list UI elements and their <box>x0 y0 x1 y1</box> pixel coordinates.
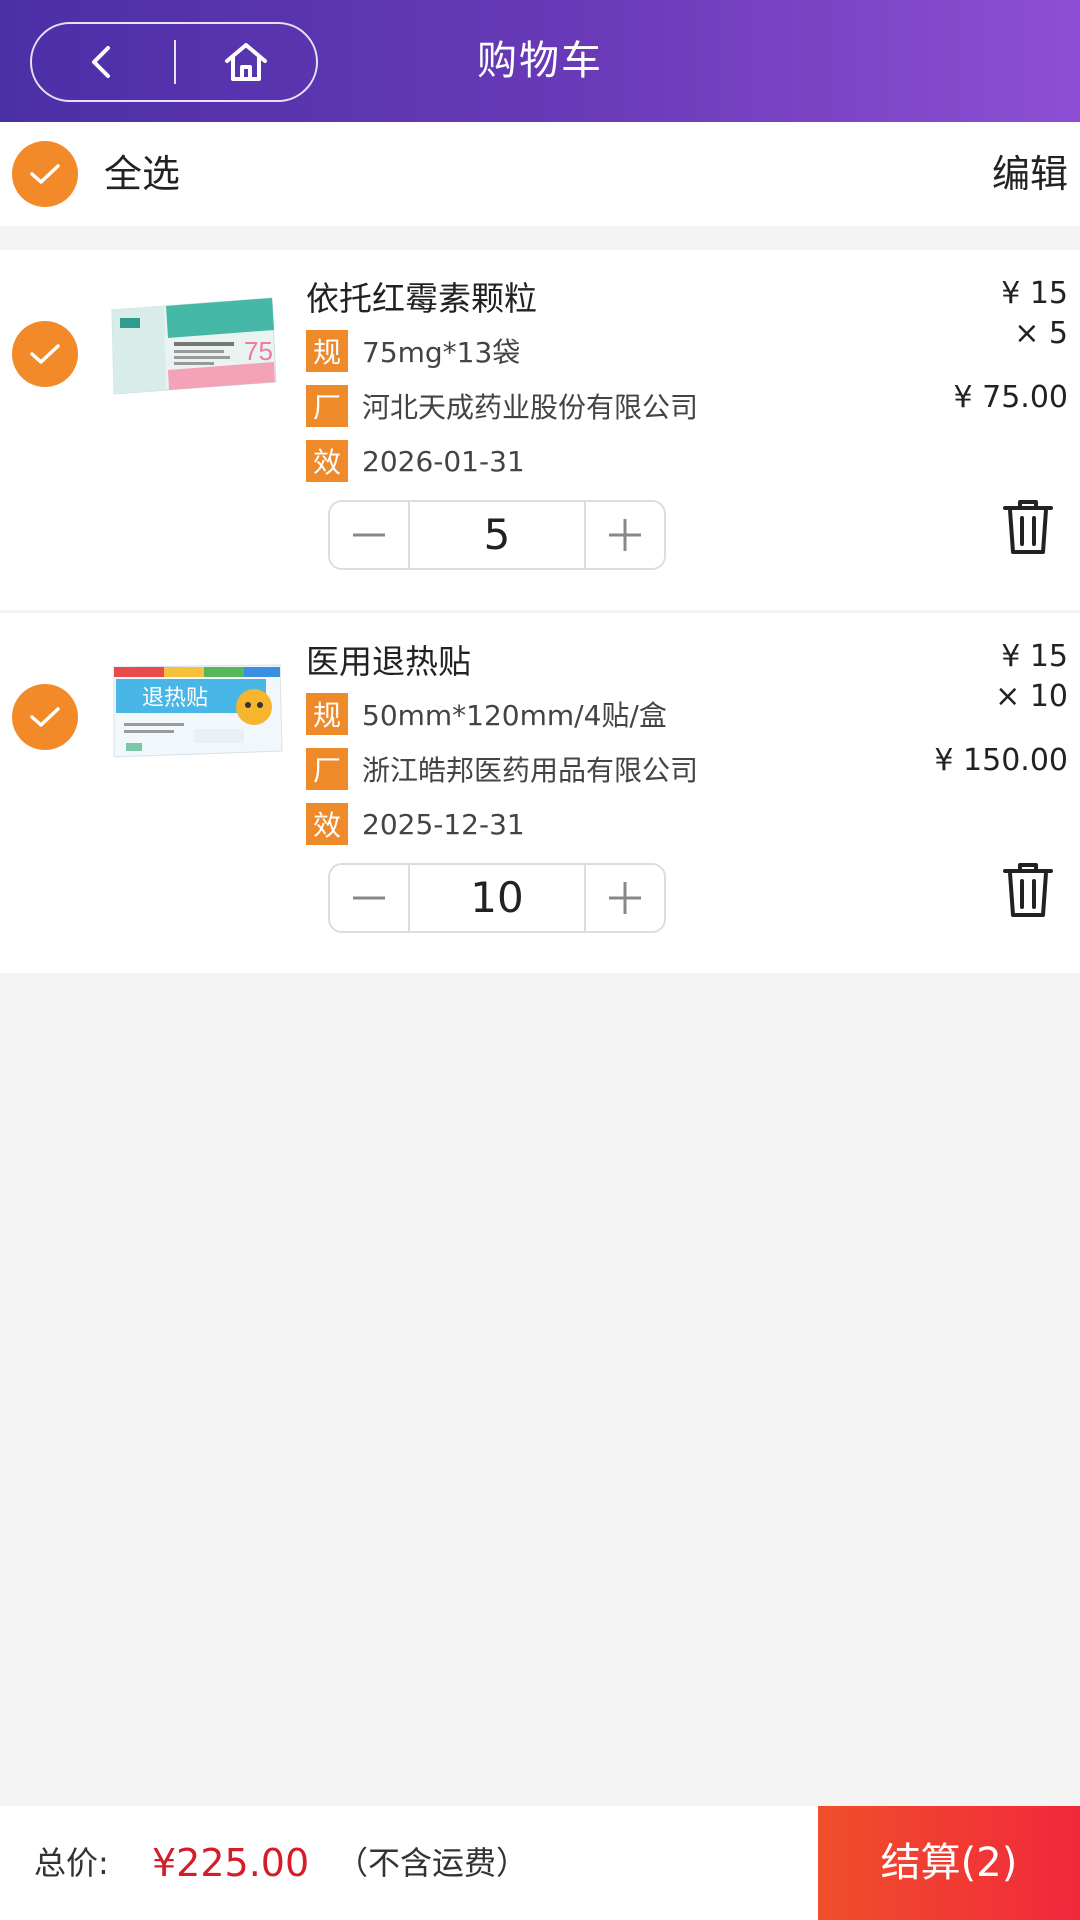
select-all-bar: 全选 编辑 <box>0 122 1080 226</box>
edit-button[interactable]: 编辑 <box>992 122 1068 226</box>
svg-text:75: 75 <box>244 336 273 366</box>
product-expiry: 效 2025-12-31 <box>306 803 525 845</box>
product-manufacturer: 厂 河北天成药业股份有限公司 <box>306 385 698 427</box>
expiry-text: 2026-01-31 <box>362 444 525 478</box>
quantity-multiplier: × 10 <box>995 679 1068 714</box>
total-price: ¥225.00 <box>152 1841 310 1885</box>
unit-price: ¥ 15 <box>1001 276 1068 311</box>
product-name[interactable]: 医用退热贴 <box>306 635 471 683</box>
product-expiry: 效 2026-01-31 <box>306 440 525 482</box>
quantity-stepper: 10 <box>328 863 666 933</box>
unit-price: ¥ 15 <box>1001 639 1068 674</box>
home-button[interactable] <box>176 24 316 100</box>
home-icon <box>225 43 267 81</box>
shipping-note: （不含运费） <box>336 1844 529 1882</box>
product-spec: 规 50mm*120mm/4贴/盒 <box>306 693 667 735</box>
quantity-stepper: 5 <box>328 500 666 570</box>
cart-item: 75 依托红霉素颗粒 规 75mg*13袋 厂 河北天成药业股份有限公司 效 2… <box>0 250 1080 610</box>
expiry-text: 2025-12-31 <box>362 807 525 841</box>
checkout-button[interactable]: 结算(2) <box>818 1806 1080 1920</box>
select-all-label[interactable]: 全选 <box>104 122 180 226</box>
trash-icon <box>1003 863 1053 917</box>
spec-tag: 规 <box>306 693 348 735</box>
cart-item: 退热贴 医用退热贴 规 50mm*120mm/4贴/盒 厂 浙江皓邦医药用品有限… <box>0 613 1080 973</box>
cooling-patch-box-image: 退热贴 <box>104 633 286 785</box>
plus-icon <box>609 519 641 551</box>
quantity-multiplier: × 5 <box>1014 316 1068 351</box>
minus-icon <box>353 533 385 537</box>
checkout-bar: 总价: ¥225.00 （不含运费） 结算(2) <box>0 1806 1080 1920</box>
decrease-button[interactable] <box>330 865 410 931</box>
minus-icon <box>353 896 385 900</box>
item-checkbox[interactable] <box>12 684 78 750</box>
product-image[interactable]: 退热贴 <box>104 633 286 785</box>
item-checkbox[interactable] <box>12 321 78 387</box>
manufacturer-text: 河北天成药业股份有限公司 <box>362 391 699 424</box>
check-icon <box>30 344 60 364</box>
spec-text: 50mm*120mm/4贴/盒 <box>362 699 667 732</box>
chevron-left-icon <box>92 46 110 78</box>
back-button[interactable] <box>32 24 172 100</box>
decrease-button[interactable] <box>330 502 410 568</box>
manufacturer-text: 浙江皓邦医药用品有限公司 <box>362 754 699 787</box>
increase-button[interactable] <box>584 502 664 568</box>
quantity-value[interactable]: 10 <box>410 865 584 931</box>
header-bar: 购物车 <box>0 0 1080 122</box>
line-total: ¥ 75.00 <box>953 380 1068 415</box>
check-icon <box>30 164 60 184</box>
check-icon <box>30 707 60 727</box>
quantity-value[interactable]: 5 <box>410 502 584 568</box>
select-all-checkbox[interactable] <box>12 141 78 207</box>
spec-text: 75mg*13袋 <box>362 336 521 369</box>
medicine-box-image: 75 <box>104 270 286 422</box>
product-image[interactable]: 75 <box>104 270 286 422</box>
increase-button[interactable] <box>584 865 664 931</box>
expiry-tag: 效 <box>306 803 348 845</box>
total-label: 总价: <box>34 1844 109 1882</box>
delete-button[interactable] <box>998 858 1058 922</box>
line-total: ¥ 150.00 <box>934 743 1068 778</box>
delete-button[interactable] <box>998 495 1058 559</box>
expiry-tag: 效 <box>306 440 348 482</box>
spec-tag: 规 <box>306 330 348 372</box>
product-manufacturer: 厂 浙江皓邦医药用品有限公司 <box>306 748 698 790</box>
nav-capsule <box>30 22 318 102</box>
manufacturer-tag: 厂 <box>306 385 348 427</box>
svg-text:退热贴: 退热贴 <box>142 686 208 711</box>
trash-icon <box>1003 500 1053 554</box>
product-name[interactable]: 依托红霉素颗粒 <box>306 272 537 320</box>
manufacturer-tag: 厂 <box>306 748 348 790</box>
product-spec: 规 75mg*13袋 <box>306 330 520 372</box>
plus-icon <box>609 882 641 914</box>
